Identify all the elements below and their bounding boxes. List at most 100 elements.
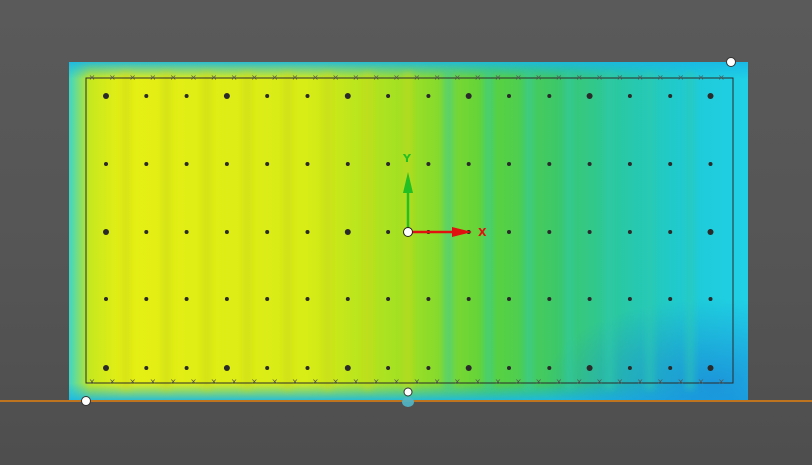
edge-tick: × — [616, 73, 623, 82]
edge-tick: × — [292, 377, 299, 386]
heat-stripe — [644, 72, 655, 390]
edge-tick: × — [698, 377, 705, 386]
edge-tick: × — [271, 377, 278, 386]
3d-viewport[interactable]: × × × × × × × × × × × × × × × × × × × × × × × × × × × × × × × × × × × × × × × ×… — [0, 0, 812, 465]
mesh-point — [466, 162, 471, 166]
mesh-point — [386, 297, 391, 301]
edge-tick: × — [718, 377, 725, 386]
edge-tick: × — [251, 377, 258, 386]
heat-stripe — [564, 72, 575, 390]
heat-stripe — [524, 72, 534, 390]
mesh-point — [184, 297, 189, 301]
edge-tick: × — [393, 377, 400, 386]
edge-tick: × — [210, 377, 217, 386]
mesh-point — [265, 366, 270, 370]
mesh-point — [547, 297, 552, 301]
mesh-point — [627, 366, 632, 370]
y-axis-label: Y — [402, 152, 412, 165]
mesh-point — [547, 230, 552, 234]
mesh-point — [104, 162, 108, 166]
mesh-point — [265, 94, 270, 98]
edge-tick: × — [596, 73, 603, 82]
mesh-point — [707, 365, 714, 371]
mesh-point — [627, 297, 632, 301]
edge-tick: × — [210, 73, 217, 82]
corner-handle-top-right[interactable] — [726, 57, 736, 67]
mesh-point — [345, 297, 350, 301]
mesh-point — [103, 93, 109, 99]
mesh-point — [223, 365, 230, 371]
origin-handle[interactable] — [403, 227, 413, 237]
edge-tick: × — [251, 73, 258, 82]
edge-tick: × — [576, 377, 583, 386]
bottom-mid-handle[interactable] — [403, 387, 413, 397]
mesh-point — [587, 230, 592, 234]
edge-tick: × — [657, 377, 664, 386]
mesh-point — [184, 366, 189, 370]
edge-tick: × — [434, 73, 441, 82]
mesh-point — [586, 93, 593, 99]
edge-tick: × — [454, 377, 461, 386]
mesh-point — [386, 162, 391, 166]
edge-tick: × — [413, 377, 420, 386]
edge-tick: × — [150, 377, 157, 386]
edge-tick: × — [373, 73, 380, 82]
edge-tick: × — [596, 377, 603, 386]
mesh-point — [144, 297, 149, 301]
heat-stripe — [362, 72, 373, 390]
mesh-point — [144, 366, 149, 370]
edge-tick: × — [129, 377, 136, 386]
edge-tick: × — [231, 377, 238, 386]
edge-tick: × — [190, 377, 197, 386]
mesh-point — [586, 365, 593, 371]
edge-tick: × — [231, 73, 238, 82]
corner-handle-bottom-left[interactable] — [81, 396, 91, 406]
mesh-point — [668, 230, 673, 234]
mesh-point — [627, 230, 632, 234]
mesh-point — [144, 162, 149, 166]
heat-stripe — [241, 72, 252, 390]
edge-tick: × — [474, 377, 481, 386]
mesh-point — [265, 297, 270, 301]
mesh-point — [184, 230, 189, 234]
mesh-point — [144, 230, 149, 234]
edge-tick: × — [454, 73, 461, 82]
mesh-point — [305, 94, 310, 98]
edge-tick: × — [190, 73, 197, 82]
edge-tick: × — [109, 377, 116, 386]
mesh-point — [344, 365, 351, 371]
mesh-point — [587, 297, 592, 301]
mesh-point — [224, 230, 229, 234]
mesh-point — [305, 162, 310, 166]
edge-tick: × — [434, 377, 441, 386]
mesh-point — [386, 94, 391, 98]
edge-tick: × — [495, 73, 502, 82]
heat-stripe — [685, 72, 696, 390]
mesh-point — [507, 230, 511, 234]
mesh-point — [103, 365, 109, 371]
bottom-mid-indicator — [402, 397, 414, 407]
mesh-point — [305, 366, 310, 370]
simulation-canvas[interactable]: × × × × × × × × × × × × × × × × × × × × × × × × × × × × × × × × × × × × × × × ×… — [0, 0, 812, 465]
mesh-point — [103, 229, 109, 235]
mesh-point — [345, 162, 350, 166]
edge-tick: × — [332, 73, 339, 82]
edge-tick: × — [616, 377, 623, 386]
edge-tick: × — [89, 73, 96, 82]
edge-tick: × — [332, 377, 339, 386]
heat-stripe — [121, 72, 131, 390]
mesh-point — [224, 162, 229, 166]
heat-stripe — [282, 72, 293, 390]
edge-tick: × — [353, 73, 360, 82]
mesh-point — [708, 162, 713, 166]
mesh-point — [265, 230, 270, 234]
edge-tick: × — [637, 377, 644, 386]
edge-tick: × — [353, 377, 360, 386]
mesh-point — [426, 162, 431, 166]
edge-tick: × — [495, 377, 502, 386]
mesh-point — [507, 162, 511, 166]
mesh-point — [466, 297, 471, 301]
edge-tick: × — [312, 377, 319, 386]
mesh-point — [507, 366, 511, 370]
mesh-point — [627, 94, 632, 98]
